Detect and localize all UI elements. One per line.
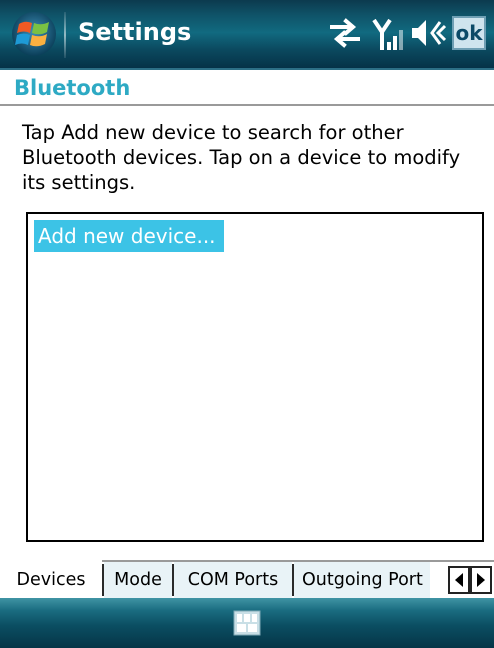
page-title: Bluetooth: [14, 76, 131, 100]
page-header: Bluetooth: [0, 70, 494, 106]
title-separator: [64, 12, 66, 58]
instructions-text: Tap Add new device to search for other B…: [22, 121, 461, 194]
speaker-icon[interactable]: [410, 16, 446, 50]
add-new-device-item[interactable]: Add new device...: [34, 220, 224, 252]
tab-scroll-left-button[interactable]: [448, 566, 470, 594]
arrow-left-icon: [455, 573, 463, 587]
signal-icon[interactable]: [372, 16, 404, 52]
arrow-right-icon: [477, 573, 485, 587]
window-title: Settings: [78, 18, 192, 46]
device-list[interactable]: Add new device...: [26, 212, 484, 542]
tab-devices[interactable]: Devices: [0, 560, 102, 598]
connectivity-icon[interactable]: [328, 16, 362, 50]
title-bar: Settings ok: [0, 0, 494, 70]
tab-mode[interactable]: Mode: [104, 562, 172, 598]
tab-strip: Devices Mode COM Ports Outgoing Port: [0, 560, 494, 598]
keyboard-icon: [233, 610, 261, 636]
start-button[interactable]: [6, 6, 62, 62]
tab-outgoing-port[interactable]: Outgoing Port: [294, 562, 430, 598]
windows-start-icon: [12, 12, 56, 56]
input-panel-button[interactable]: [232, 608, 262, 638]
ok-button[interactable]: ok: [452, 16, 486, 50]
tab-com-ports[interactable]: COM Ports: [174, 562, 292, 598]
tab-scroll-right-button[interactable]: [470, 566, 492, 594]
softkey-bar: [0, 598, 494, 648]
